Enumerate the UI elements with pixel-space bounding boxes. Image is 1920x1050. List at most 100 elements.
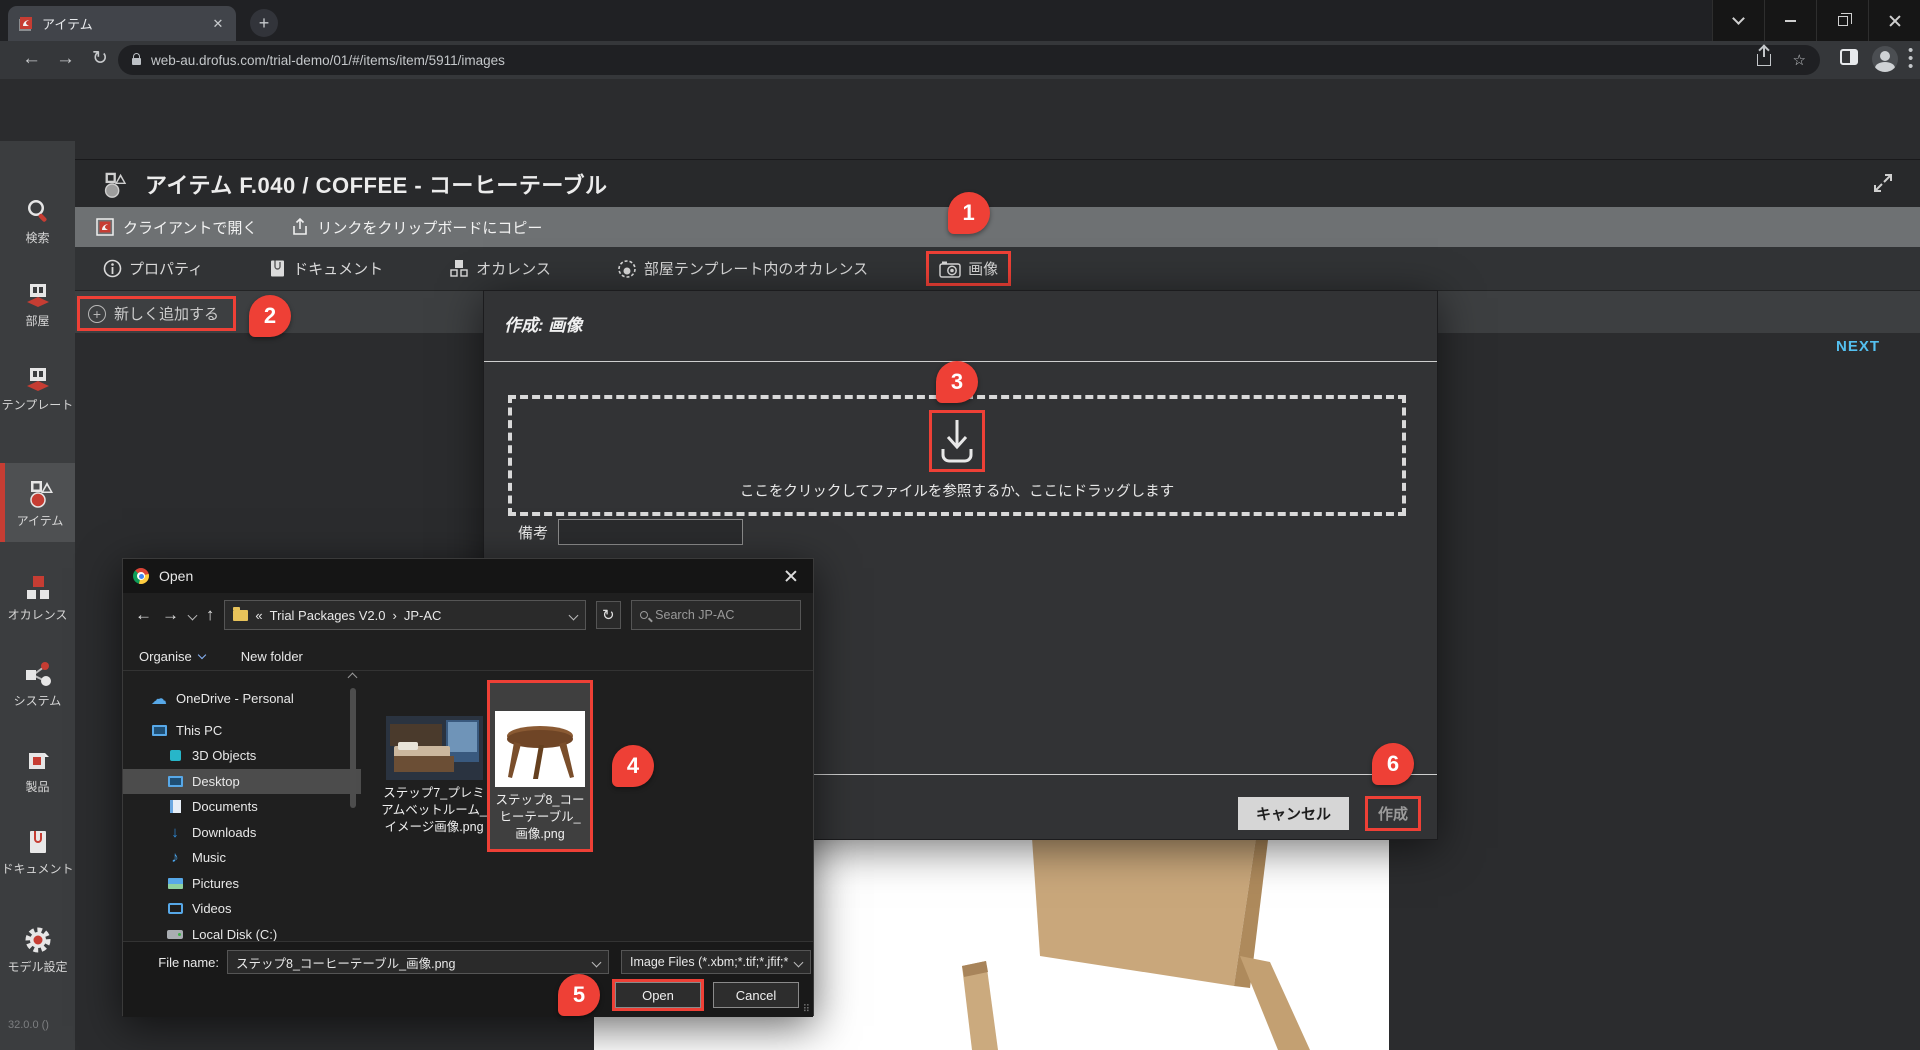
add-new-button[interactable]: + 新しく追加する 2 xyxy=(77,296,236,331)
browser-reload-button[interactable]: ↻ xyxy=(92,48,108,70)
sidebar-item-model-settings[interactable]: モデル設定 xyxy=(0,925,75,974)
item-icon xyxy=(24,477,56,509)
share-icon[interactable] xyxy=(1757,54,1771,66)
tab-close-icon[interactable]: ✕ xyxy=(210,16,226,32)
create-button[interactable]: 作成 6 xyxy=(1365,796,1421,831)
url-bar[interactable]: web-au.drofus.com/trial-demo/01/#/items/… xyxy=(118,45,1820,75)
coffee-table-thumbnail xyxy=(495,711,585,787)
browser-tab-bar: アイテム ✕ + xyxy=(0,0,1920,41)
address-dropdown-icon[interactable] xyxy=(568,610,578,620)
download-arrow-box: 3 xyxy=(929,410,985,472)
organise-dropdown-icon xyxy=(198,651,206,659)
remarks-input[interactable] xyxy=(558,519,743,545)
file-type-value: Image Files (*.xbm;*.tif;*.jfif;*.ic xyxy=(630,955,789,969)
place-videos[interactable]: Videos xyxy=(123,896,361,922)
url-text: web-au.drofus.com/trial-demo/01/#/items/… xyxy=(151,53,1739,68)
sidebar-item-documents[interactable]: ドキュメント xyxy=(0,827,75,876)
nav-forward-icon[interactable]: → xyxy=(162,605,179,625)
drofus-client-icon xyxy=(95,217,115,237)
browser-avatar[interactable] xyxy=(1872,46,1898,72)
new-tab-button[interactable]: + xyxy=(250,9,278,37)
breadcrumb-collapse[interactable]: « xyxy=(255,608,262,623)
documents-icon xyxy=(167,800,183,814)
sidebar-label: テンプレート xyxy=(2,398,74,412)
fullscreen-expand-icon[interactable] xyxy=(1872,172,1894,199)
browser-menu-icon[interactable]: ••• xyxy=(1908,47,1914,71)
place-music[interactable]: ♪ Music xyxy=(123,845,361,871)
side-panel-icon[interactable] xyxy=(1840,49,1858,65)
address-bar[interactable]: « Trial Packages V2.0 › JP-AC xyxy=(224,600,585,630)
music-icon: ♪ xyxy=(167,851,183,865)
sidebar-item-search[interactable]: 検索 xyxy=(0,196,75,245)
dialog-title-bar[interactable]: Open xyxy=(123,559,813,593)
tab-images[interactable]: 画像 1 xyxy=(926,251,1011,286)
resize-grip[interactable]: ⠿ xyxy=(803,1004,811,1015)
place-downloads[interactable]: ↓Downloads xyxy=(123,820,361,846)
file-type-combobox[interactable]: Image Files (*.xbm;*.tif;*.jfif;*.ic xyxy=(621,950,811,974)
place-pictures[interactable]: Pictures xyxy=(123,871,361,897)
sidebar-item-products[interactable]: 製品 xyxy=(0,745,75,794)
browser-back-button[interactable]: ← xyxy=(22,48,41,70)
file-open-dialog: Open ← → ↑ « Trial Packages V2.0 › JP-AC… xyxy=(122,558,814,1016)
sidebar-item-items[interactable]: アイテム xyxy=(0,463,75,542)
sidebar-item-occurrences[interactable]: オカレンス xyxy=(0,573,75,622)
search-box[interactable]: Search JP-AC xyxy=(631,600,801,630)
file-dropzone[interactable]: 3 ここをクリックしてファイルを参照するか、ここにドラッグします xyxy=(508,395,1406,516)
nav-back-icon[interactable]: ← xyxy=(135,605,152,625)
tab-documents[interactable]: ドキュメント xyxy=(261,252,391,285)
cloud-icon: ☁ xyxy=(151,692,167,706)
place-desktop[interactable]: Desktop xyxy=(123,769,361,795)
bookmark-star-icon[interactable]: ☆ xyxy=(1793,51,1806,69)
open-button[interactable]: Open 5 xyxy=(615,982,701,1008)
drofus-favicon-icon xyxy=(18,16,34,32)
step-badge-4: 4 xyxy=(612,745,654,787)
item-title-icon xyxy=(99,169,129,199)
sidebar-label: アイテム xyxy=(17,514,64,528)
place-this-pc[interactable]: This PC xyxy=(123,718,361,744)
place-documents[interactable]: Documents xyxy=(123,794,361,820)
open-in-client-button[interactable]: クライアントで開く xyxy=(95,217,257,238)
open-button-label: Open xyxy=(642,988,674,1003)
organise-menu[interactable]: Organise xyxy=(139,649,205,664)
window-close-button[interactable] xyxy=(1868,0,1920,41)
window-restore-button[interactable] xyxy=(1816,0,1868,41)
refresh-button[interactable]: ↻ xyxy=(596,601,622,629)
sidebar-item-templates[interactable]: テンプレート xyxy=(0,363,75,412)
app-version: 32.0.0 () xyxy=(8,1019,49,1031)
copy-link-button[interactable]: リンクをクリップボードにコピー xyxy=(291,217,542,238)
gear-icon xyxy=(23,925,53,955)
breadcrumb-separator: › xyxy=(393,608,397,623)
dialog-cancel-button[interactable]: Cancel xyxy=(713,982,799,1008)
cancel-button[interactable]: キャンセル xyxy=(1238,797,1349,830)
bedroom-thumbnail xyxy=(386,716,483,780)
folder-icon xyxy=(233,610,248,621)
file-name-combobox[interactable]: ステップ8_コーヒーテーブル_画像.png xyxy=(227,950,609,974)
tab-occurrences[interactable]: オカレンス xyxy=(441,252,559,285)
file-tile-bedroom[interactable]: ステップ7_プレミアムベットルーム_イメージ画像.png xyxy=(381,716,487,836)
window-minimize-button[interactable] xyxy=(1764,0,1816,41)
screen: アイテム ✕ + ← → ↻ web-au.drofus.com/trial-d… xyxy=(0,0,1920,1050)
organise-label: Organise xyxy=(139,649,192,664)
window-chevron-button[interactable] xyxy=(1712,0,1764,41)
next-link[interactable]: NEXT xyxy=(1836,338,1880,355)
place-onedrive[interactable]: ☁OneDrive - Personal xyxy=(123,686,361,712)
place-label: Music xyxy=(192,850,226,865)
desktop-icon xyxy=(167,774,183,788)
new-folder-button[interactable]: New folder xyxy=(241,649,303,664)
lock-icon xyxy=(132,58,141,65)
file-tile-coffee-table[interactable]: ステップ8_コーヒーテーブル_画像.png 4 xyxy=(487,680,593,852)
sidebar-item-rooms[interactable]: 部屋 xyxy=(0,279,75,328)
place-label: Videos xyxy=(192,901,232,916)
nav-up-icon[interactable]: ↑ xyxy=(206,605,215,625)
browser-tab[interactable]: アイテム ✕ xyxy=(8,6,236,41)
tab-properties[interactable]: プロパティ xyxy=(95,252,211,285)
places-scrollbar[interactable] xyxy=(347,672,359,941)
dialog-close-icon[interactable] xyxy=(785,570,797,582)
tab-room-template-occurrences[interactable]: 部屋テンプレート内のオカレンス xyxy=(609,252,876,285)
breadcrumb-folder[interactable]: Trial Packages V2.0 xyxy=(270,608,386,623)
place-3d-objects[interactable]: 3D Objects xyxy=(123,743,361,769)
browser-forward-button[interactable]: → xyxy=(56,48,75,70)
breadcrumb-current[interactable]: JP-AC xyxy=(404,608,442,623)
nav-history-chevron-icon[interactable] xyxy=(188,610,198,620)
sidebar-item-systems[interactable]: システム xyxy=(0,659,75,708)
